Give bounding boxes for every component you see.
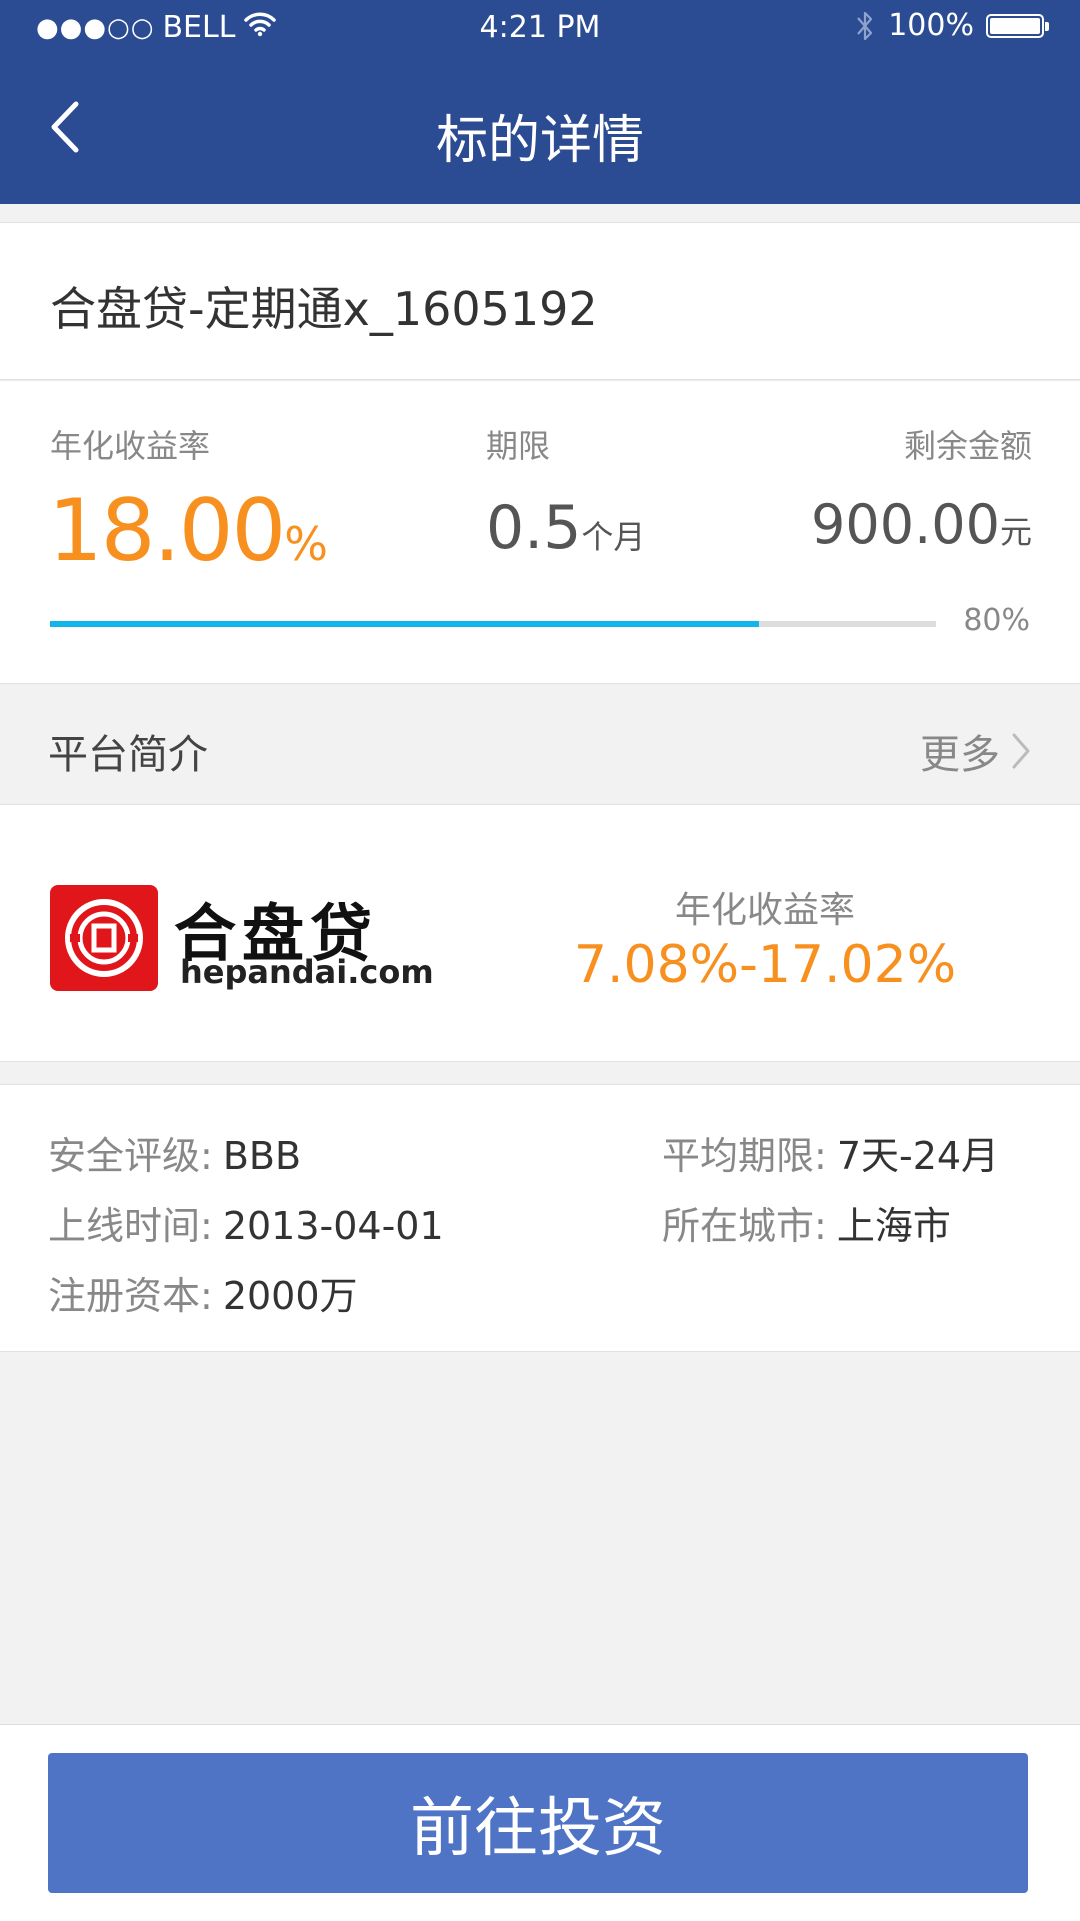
registered-capital: 注册资本: 2000万 bbox=[48, 1265, 358, 1320]
product-name: 合盘贷-定期通x_1605192 bbox=[50, 282, 598, 336]
remaining-amount-value: 900.00元 bbox=[811, 493, 1032, 556]
city-value: 上海市 bbox=[836, 1204, 951, 1248]
status-bar: ●●●○○ BELL 4:21 PM 100% bbox=[0, 0, 1080, 56]
platform-rate-range: 7.08%-17.02% bbox=[573, 935, 957, 995]
platform-logo: 合盘贷 hepandai.com bbox=[50, 883, 434, 993]
product-stats-card: 年化收益率 期限 剩余金额 18.00% 0.5个月 900.00元 80% bbox=[0, 380, 1080, 684]
battery-icon bbox=[986, 13, 1049, 38]
platform-info-card: 安全评级: BBB 平均期限: 7天-24月 上线时间: 2013-04-01 所在城… bbox=[0, 1084, 1080, 1352]
more-label: 更多 bbox=[920, 732, 1000, 778]
online-date-label: 上线时间: bbox=[48, 1204, 213, 1248]
average-term-value: 7天-24月 bbox=[836, 1134, 1000, 1178]
remaining-amount-number: 900.00 bbox=[811, 493, 1000, 556]
app-header: ●●●○○ BELL 4:21 PM 100% 标的详情 bbox=[0, 0, 1080, 204]
remaining-amount-label: 剩余金额 bbox=[903, 427, 1032, 465]
term-number: 0.5 bbox=[486, 493, 582, 563]
average-term: 平均期限: 7天-24月 bbox=[662, 1125, 999, 1180]
funding-progress-bar bbox=[50, 621, 936, 627]
term-label: 期限 bbox=[486, 427, 551, 465]
page-title: 标的详情 bbox=[435, 111, 644, 171]
platform-card[interactable]: 合盘贷 hepandai.com 年化收益率 7.08%-17.02% bbox=[0, 804, 1080, 1062]
more-link[interactable]: 更多 bbox=[920, 722, 1032, 780]
city-label: 所在城市: bbox=[662, 1204, 827, 1248]
annual-rate-unit: % bbox=[284, 517, 328, 571]
chevron-right-icon bbox=[1012, 733, 1030, 769]
security-rating: 安全评级: BBB bbox=[48, 1125, 301, 1180]
term-unit: 个月 bbox=[581, 518, 646, 556]
annual-rate-value: 18.00% bbox=[48, 481, 328, 581]
annual-rate-label: 年化收益率 bbox=[50, 427, 211, 465]
registered-capital-value: 2000万 bbox=[222, 1274, 358, 1318]
product-name-card: 合盘贷-定期通x_1605192 bbox=[0, 222, 1080, 380]
online-date-value: 2013-04-01 bbox=[222, 1204, 444, 1248]
annual-rate-number: 18.00 bbox=[48, 481, 286, 581]
term-value: 0.5个月 bbox=[486, 493, 645, 563]
city: 所在城市: 上海市 bbox=[662, 1195, 951, 1250]
invest-button[interactable]: 前往投资 bbox=[48, 1753, 1028, 1893]
funding-progress-percent: 80% bbox=[963, 603, 1030, 638]
remaining-amount-unit: 元 bbox=[999, 513, 1032, 551]
security-rating-label: 安全评级: bbox=[48, 1134, 213, 1178]
funding-progress-fill bbox=[50, 621, 759, 627]
platform-logo-mark-icon bbox=[50, 885, 158, 991]
platform-logo-domain: hepandai.com bbox=[180, 953, 434, 991]
platform-rate-label: 年化收益率 bbox=[674, 890, 855, 931]
battery-percent: 100% bbox=[888, 8, 974, 43]
security-rating-value: BBB bbox=[222, 1134, 302, 1178]
online-date: 上线时间: 2013-04-01 bbox=[48, 1195, 444, 1250]
average-term-label: 平均期限: bbox=[662, 1134, 827, 1178]
registered-capital-label: 注册资本: bbox=[48, 1274, 213, 1318]
platform-intro-title: 平台简介 bbox=[48, 732, 208, 778]
bluetooth-icon bbox=[854, 9, 876, 43]
platform-intro-header: 平台简介 更多 bbox=[0, 684, 1080, 804]
bottom-action-bar: 前往投资 bbox=[0, 1724, 1080, 1921]
